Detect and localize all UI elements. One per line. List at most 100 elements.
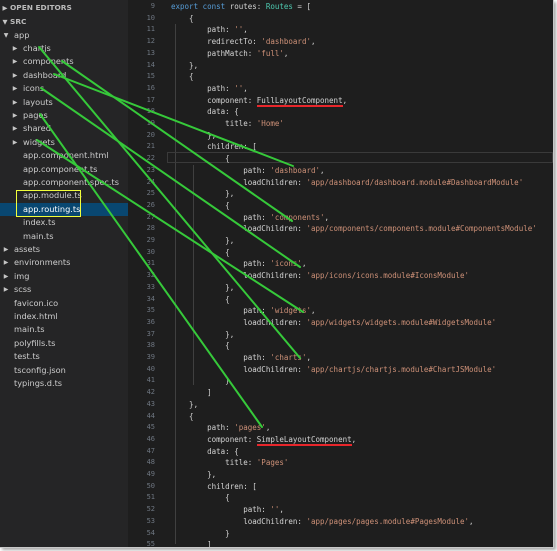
code-line[interactable]: 21 children: [ [128,141,553,153]
code-line[interactable]: 50 children: [ [128,481,553,493]
code-line[interactable]: 51 { [128,492,553,504]
code-line[interactable]: 48 title: 'Pages' [128,457,553,469]
folder-item[interactable]: ▶ layouts [0,96,128,109]
folder-item[interactable]: ▶ img [0,270,128,283]
code-line[interactable]: 35 path: 'widgets', [128,305,553,317]
chevron-right-icon[interactable]: ▶ [11,69,19,82]
file-item[interactable]: index.html [0,310,128,323]
code-line[interactable]: 44 { [128,411,553,423]
chevron-right-icon[interactable]: ▶ [11,42,19,55]
file-item[interactable]: main.ts [0,323,128,336]
code-line[interactable]: 20 }, [128,130,553,142]
code-line[interactable]: 25 }, [128,188,553,200]
file-item[interactable]: tsconfig.json [0,364,128,377]
file-item[interactable]: app.component.ts [0,163,128,176]
code-line[interactable]: 11 path: '', [128,24,553,36]
file-item[interactable]: favicon.ico [0,297,128,310]
code-line[interactable]: 45 path: 'pages', [128,422,553,434]
code-line[interactable]: 15 { [128,71,553,83]
chevron-down-icon[interactable]: ▼ [2,29,10,42]
code-line[interactable]: 19 title: 'Home' [128,118,553,130]
code-line[interactable]: 39 path: 'charts', [128,352,553,364]
code-text: }, [171,130,216,142]
code-line[interactable]: 49 }, [128,469,553,481]
code-token: }, [171,329,235,339]
chevron-right-icon[interactable]: ▶ [11,122,19,135]
code-line[interactable]: 28 loadChildren: 'app/components/compone… [128,223,553,235]
code-line[interactable]: 41 } [128,375,553,387]
code-line[interactable]: 9 export const routes: Routes = [ [128,1,553,13]
src-header[interactable]: ▼ SRC [0,15,27,28]
code-token: title: [171,119,257,128]
code-line[interactable]: 27 path: 'components', [128,212,553,224]
chevron-right-icon[interactable]: ▶ [11,109,19,122]
code-line[interactable]: 37 }, [128,329,553,341]
folder-item[interactable]: ▶ widgets [0,136,128,149]
tree-item-label: app.component.spec.ts [23,176,120,187]
open-editors-header[interactable]: ▶ OPEN EDITORS [0,1,72,14]
code-line[interactable]: 12 redirectTo: 'dashboard', [128,36,553,48]
code-line[interactable]: 52 path: '', [128,504,553,516]
folder-item[interactable]: ▼ app [0,29,128,42]
code-line[interactable]: 43 }, [128,399,553,411]
line-number: 48 [146,458,155,467]
code-line[interactable]: 36 loadChildren: 'app/widgets/widgets.mo… [128,317,553,329]
file-item[interactable]: app.component.html [0,149,128,162]
tree-item-label: environments [14,257,71,268]
line-number: 28 [146,224,155,233]
code-token: , [342,95,348,105]
code-line[interactable]: 13 pathMatch: 'full', [128,48,553,60]
folder-item[interactable]: ▶ components [0,55,128,68]
folder-item[interactable]: ▶ shared [0,122,128,135]
code-line[interactable]: 32 loadChildren: 'app/icons/icons.module… [128,270,553,282]
code-line[interactable]: 29 }, [128,235,553,247]
chevron-right-icon[interactable]: ▶ [11,136,19,149]
code-line[interactable]: 40 loadChildren: 'app/chartjs/chartjs.mo… [128,364,553,376]
code-line[interactable]: 10 { [128,13,553,25]
file-item[interactable]: app.component.spec.ts [0,176,128,189]
file-item[interactable]: polyfills.ts [0,337,128,350]
folder-item[interactable]: ▶ pages [0,109,128,122]
chevron-right-icon[interactable]: ▶ [11,82,19,95]
chevron-right-icon[interactable]: ▶ [11,55,19,68]
code-line[interactable]: 34 { [128,294,553,306]
folder-item[interactable]: ▶ dashboard [0,69,128,82]
code-token: data: { [171,107,239,117]
file-item[interactable]: typings.d.ts [0,377,128,390]
code-line[interactable]: 38 { [128,340,553,352]
code-line[interactable]: 16 path: '', [128,83,553,95]
code-line[interactable]: 26 { [128,200,553,212]
chevron-right-icon[interactable]: ▶ [2,270,10,283]
file-item[interactable]: index.ts [0,216,128,229]
tree-item-label: favicon.ico [14,297,59,308]
code-line[interactable]: 47 data: { [128,446,553,458]
folder-item[interactable]: ▶ environments [0,256,128,269]
code-line[interactable]: 53 loadChildren: 'app/pages/pages.module… [128,516,553,528]
code-line[interactable]: 54 } [128,528,553,540]
chevron-right-icon[interactable]: ▶ [2,243,10,256]
code-token: path: [171,505,271,515]
file-item[interactable]: main.ts [0,230,128,243]
folder-item[interactable]: ▶ assets [0,243,128,256]
chevron-right-icon[interactable]: ▶ [11,96,19,109]
code-line[interactable]: 18 data: { [128,106,553,118]
chevron-right-icon[interactable]: ▶ [2,256,10,269]
code-line[interactable]: 22 { [128,153,553,165]
file-item[interactable]: test.ts [0,350,128,363]
folder-item[interactable]: ▶ scss [0,283,128,296]
code-token: path: [171,165,271,175]
code-line[interactable]: 14 }, [128,60,553,72]
code-line[interactable]: 30 { [128,247,553,259]
code-editor[interactable]: 9 export const routes: Routes = [10 {11 p… [128,0,553,547]
code-line[interactable]: 33 }, [128,282,553,294]
chevron-right-icon[interactable]: ▶ [2,283,10,296]
code-line[interactable]: 31 path: 'icons', [128,258,553,270]
code-line[interactable]: 42 ] [128,387,553,399]
folder-item[interactable]: ▶ chartjs [0,42,128,55]
code-line[interactable]: 55 ] [128,539,553,547]
folder-item[interactable]: ▶ icons [0,82,128,95]
code-line[interactable]: 24 loadChildren: 'app/dashboard/dashboar… [128,177,553,189]
code-line[interactable]: 23 path: 'dashboard', [128,165,553,177]
code-text: { [171,71,194,83]
tree-item-label: typings.d.ts [14,377,63,388]
